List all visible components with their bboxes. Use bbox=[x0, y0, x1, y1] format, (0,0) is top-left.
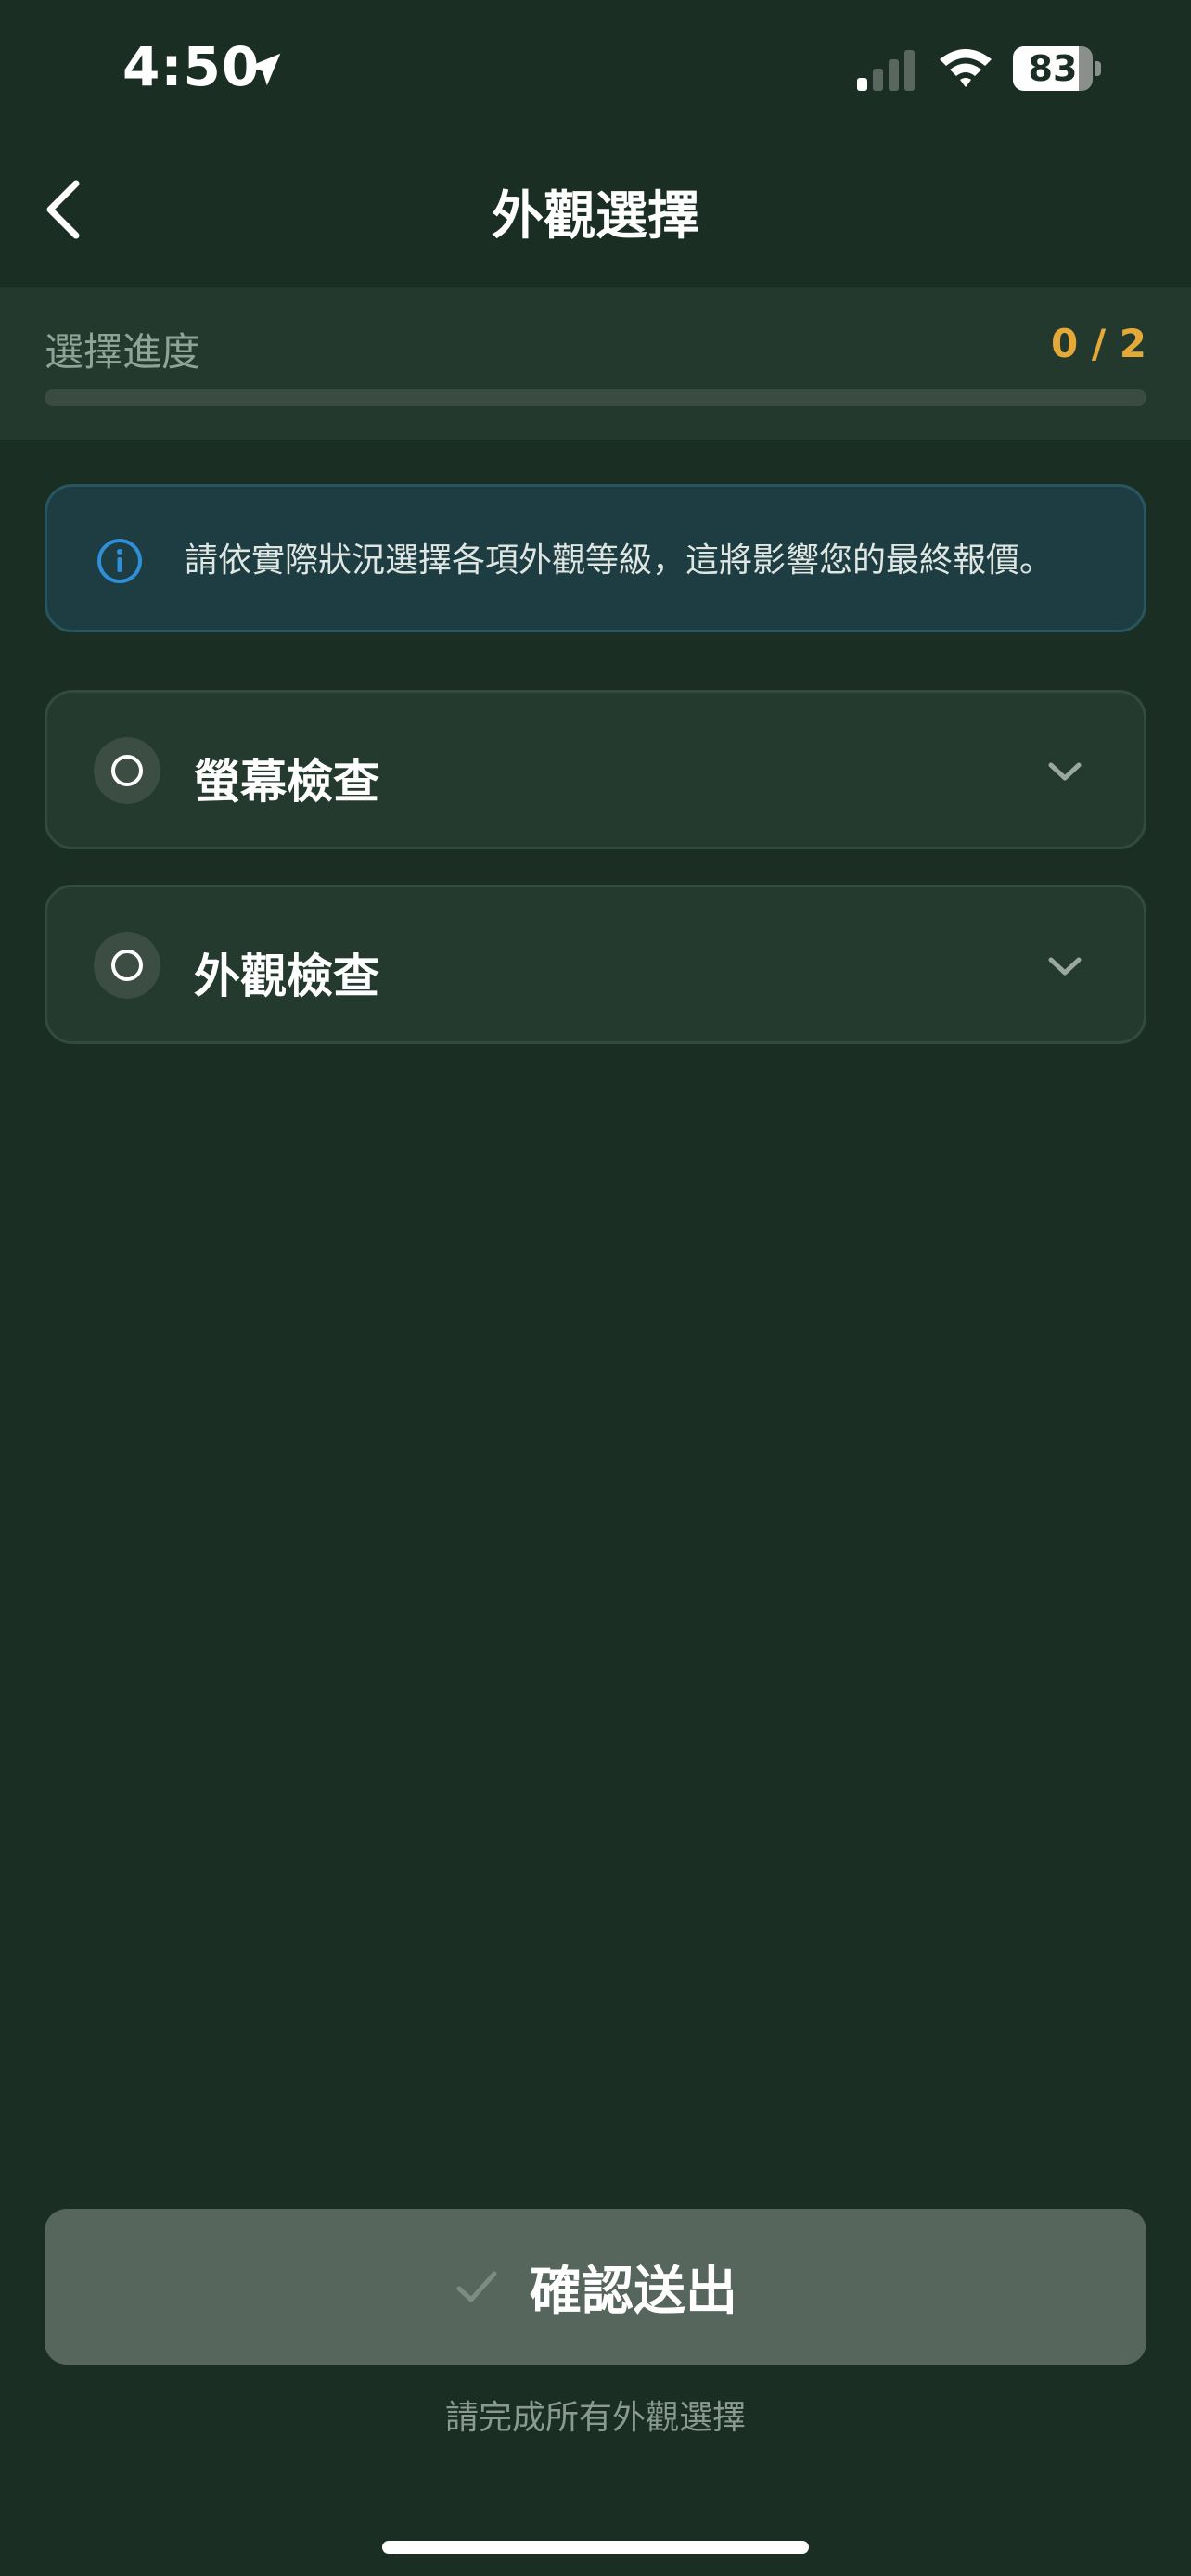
info-icon bbox=[97, 539, 142, 583]
battery-icon: 83 bbox=[1013, 46, 1093, 91]
screen: 4:50 83 外觀選擇 選擇進度 0 / 2 請依實際狀況選擇各項外觀等級，這… bbox=[0, 0, 1191, 2576]
radio-empty-icon bbox=[94, 737, 160, 804]
chevron-down-icon bbox=[1048, 957, 1082, 976]
page-title: 外觀選擇 bbox=[492, 186, 699, 247]
location-arrow-icon bbox=[248, 53, 281, 86]
selection-progress: 選擇進度 0 / 2 bbox=[0, 287, 1191, 440]
battery-cap bbox=[1095, 61, 1101, 76]
confirm-hint: 請完成所有外觀選擇 bbox=[444, 2399, 746, 2437]
radio-empty-icon bbox=[94, 932, 160, 999]
nav-bar: 外觀選擇 bbox=[0, 139, 1191, 287]
check-item-screen[interactable]: 螢幕檢查 bbox=[45, 690, 1146, 849]
checkmark-icon bbox=[456, 2271, 497, 2302]
info-notice: 請依實際狀況選擇各項外觀等級，這將影響您的最終報價。 bbox=[45, 484, 1146, 632]
check-item-label: 外觀檢查 bbox=[194, 950, 379, 1003]
status-bar: 4:50 83 bbox=[0, 0, 1191, 139]
chevron-down-icon bbox=[1048, 762, 1082, 781]
progress-label: 選擇進度 bbox=[45, 329, 201, 375]
cellular-signal-icon bbox=[857, 50, 915, 91]
wifi-icon bbox=[940, 49, 992, 87]
confirm-submit-button[interactable]: 確認送出 bbox=[45, 2209, 1146, 2365]
battery-percentage: 83 bbox=[1028, 48, 1078, 89]
progress-bar bbox=[45, 389, 1146, 406]
info-text: 請依實際狀況選擇各項外觀等級，這將影響您的最終報價。 bbox=[185, 542, 1054, 580]
check-item-appearance[interactable]: 外觀檢查 bbox=[45, 885, 1146, 1044]
radio-ring bbox=[111, 950, 143, 981]
progress-count: 0 / 2 bbox=[1050, 321, 1146, 366]
status-time: 4:50 bbox=[122, 35, 261, 98]
check-item-label: 螢幕檢查 bbox=[194, 755, 379, 809]
confirm-label: 確認送出 bbox=[530, 2261, 737, 2322]
home-indicator[interactable] bbox=[382, 2541, 809, 2554]
radio-ring bbox=[111, 755, 143, 786]
